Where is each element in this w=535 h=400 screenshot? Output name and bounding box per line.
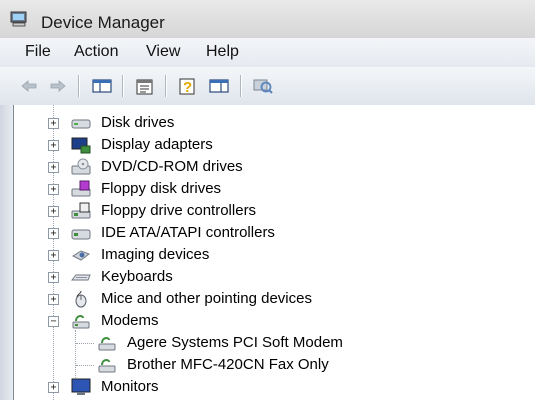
floppy-controller-icon	[71, 202, 91, 219]
tree-item-agere-systems-pci-soft-modem[interactable]: Agere Systems PCI Soft Modem	[14, 332, 514, 354]
tree-item-floppy-disk-drives[interactable]: + Floppy disk drives	[14, 178, 514, 200]
tree-item-label: Agere Systems PCI Soft Modem	[127, 334, 343, 351]
tree-item-floppy-drive-controllers[interactable]: + Floppy drive controllers	[14, 200, 514, 222]
tree-item-mice-and-other-pointing-devices[interactable]: + Mice and other pointing devices	[14, 288, 514, 310]
device-tree: + Disk drives + Display adapters + DVD/C…	[13, 105, 535, 400]
tree-item-dvd-cd-rom-drives[interactable]: + DVD/CD-ROM drives	[14, 156, 514, 178]
tree-item-label: Modems	[101, 312, 159, 329]
mouse-icon	[75, 290, 87, 308]
menu-view[interactable]: View	[145, 43, 181, 61]
tree-item-label: Keyboards	[101, 268, 173, 285]
tree-item-label: Disk drives	[101, 114, 175, 131]
back-button[interactable]	[17, 75, 41, 97]
expand-toggle[interactable]: +	[48, 250, 59, 261]
ide-controller-icon	[71, 229, 91, 240]
collapse-toggle[interactable]: −	[48, 316, 59, 327]
window-frame-left	[0, 105, 13, 400]
menu-action[interactable]: Action	[73, 43, 119, 61]
disk-drive-icon	[71, 119, 91, 129]
expand-toggle[interactable]: +	[48, 294, 59, 305]
modem-device-icon	[98, 337, 116, 351]
properties-button[interactable]	[133, 75, 157, 97]
tree-item-label: Imaging devices	[101, 246, 210, 263]
title-bar: Device Manager	[0, 0, 535, 38]
help-button[interactable]: ?	[176, 75, 200, 97]
expand-toggle[interactable]: +	[48, 184, 59, 195]
svg-text:?: ?	[183, 79, 192, 95]
expand-toggle[interactable]: +	[48, 228, 59, 239]
tree-item-label: Mice and other pointing devices	[101, 290, 312, 307]
keyboard-icon	[71, 274, 91, 281]
tree-item-ide-ata-atapi-controllers[interactable]: + IDE ATA/ATAPI controllers	[14, 222, 514, 244]
tree-item-brother-mfc-420cn-fax-only[interactable]: Brother MFC-420CN Fax Only	[14, 354, 514, 376]
toolbar: ?	[0, 67, 535, 106]
tree-item-label: DVD/CD-ROM drives	[101, 158, 243, 175]
tree-item-imaging-devices[interactable]: + Imaging devices	[14, 244, 514, 266]
tree-item-label: Floppy disk drives	[101, 180, 222, 197]
expand-toggle[interactable]: +	[48, 140, 59, 151]
tree-item-keyboards[interactable]: + Keyboards	[14, 266, 514, 288]
device-manager-icon	[10, 11, 27, 27]
expand-toggle[interactable]: +	[48, 162, 59, 173]
forward-arrow-icon	[50, 80, 66, 92]
display-adapter-icon	[71, 137, 91, 154]
tree-item-label: Display adapters	[101, 136, 213, 153]
tree-item-monitors[interactable]: + Monitors	[14, 376, 514, 398]
menu-bar: File Action View Help	[0, 38, 535, 68]
menu-help[interactable]: Help	[205, 43, 240, 61]
tree-item-disk-drives[interactable]: + Disk drives	[14, 112, 514, 134]
tree-item-label: Monitors	[101, 378, 159, 395]
modem-icon	[72, 315, 90, 329]
monitor-icon	[71, 378, 91, 395]
expand-toggle[interactable]: +	[48, 272, 59, 283]
scan-hardware-changes-icon	[253, 79, 273, 94]
help-icon: ?	[179, 78, 195, 95]
dvd-drive-icon	[71, 158, 91, 175]
window-title: Device Manager	[41, 13, 165, 32]
tree-item-label: Brother MFC-420CN Fax Only	[127, 356, 329, 373]
scan-hardware-button[interactable]	[251, 75, 275, 97]
tree-item-label: IDE ATA/ATAPI controllers	[101, 224, 275, 241]
show-hide-console-tree-icon	[92, 79, 112, 93]
forward-button[interactable]	[46, 75, 70, 97]
expand-toggle[interactable]: +	[48, 382, 59, 393]
expand-toggle[interactable]: +	[48, 206, 59, 217]
show-hide-tree-button[interactable]	[90, 75, 114, 97]
menu-file[interactable]: File	[24, 43, 52, 61]
tree-item-modems[interactable]: − Modems	[14, 310, 514, 332]
properties-icon	[136, 79, 153, 95]
action-pane-button[interactable]	[207, 75, 231, 97]
modem-device-icon	[98, 359, 116, 373]
back-arrow-icon	[21, 80, 37, 92]
floppy-drive-icon	[71, 180, 91, 197]
tree-item-label: Floppy drive controllers	[101, 202, 257, 219]
tree-item-display-adapters[interactable]: + Display adapters	[14, 134, 514, 156]
imaging-device-icon	[71, 250, 91, 261]
show-action-pane-icon	[209, 79, 229, 93]
expand-toggle[interactable]: +	[48, 118, 59, 129]
